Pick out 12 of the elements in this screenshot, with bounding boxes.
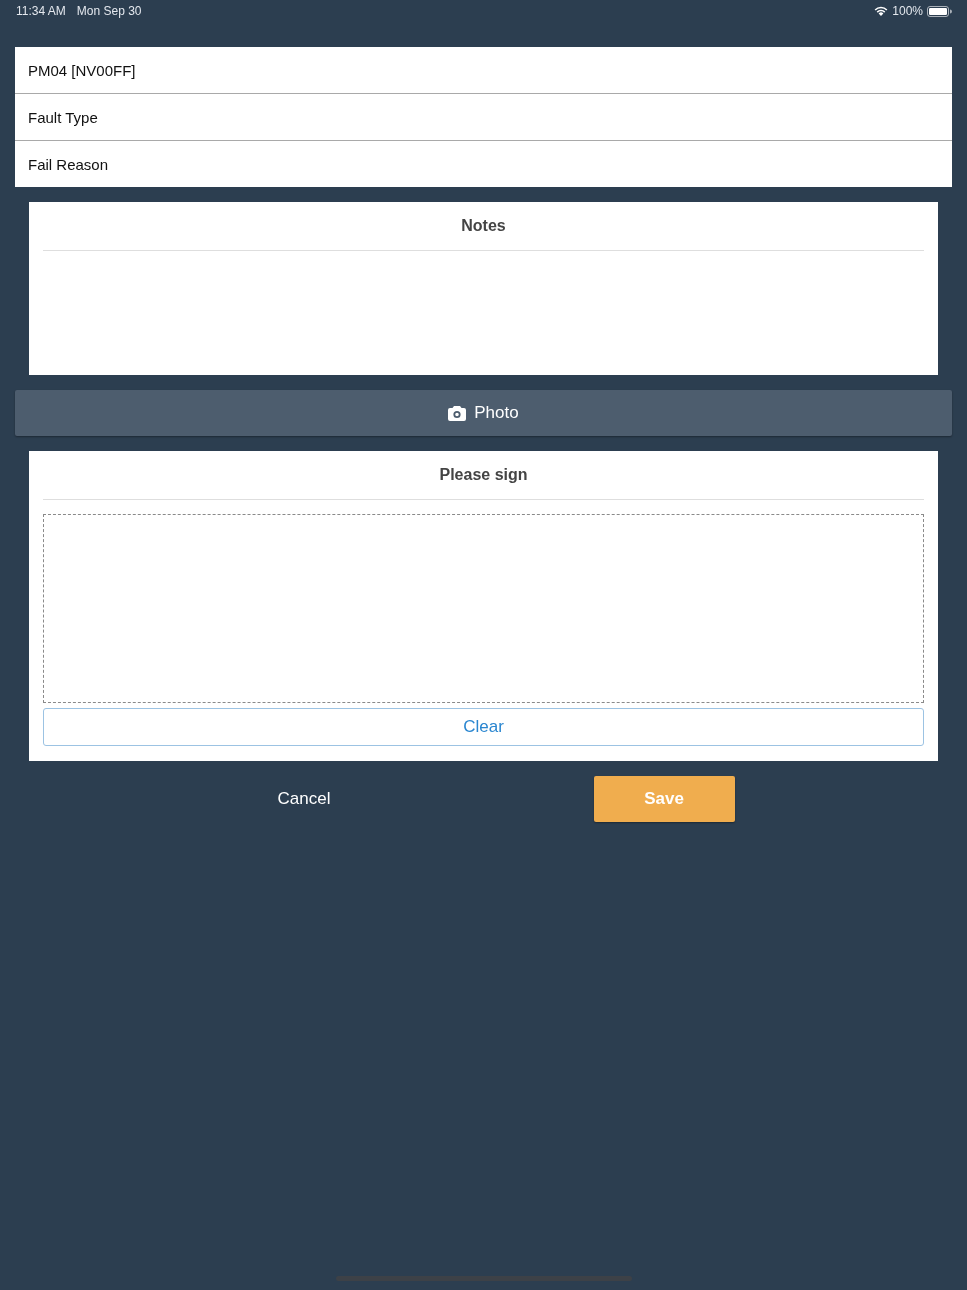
photo-button[interactable]: Photo (15, 390, 952, 436)
battery-percent: 100% (892, 4, 923, 18)
notes-title: Notes (461, 217, 506, 235)
cancel-button[interactable]: Cancel (233, 776, 375, 822)
signature-pad[interactable] (43, 514, 924, 703)
status-time: 11:34 AM (16, 4, 66, 18)
clear-button[interactable]: Clear (43, 708, 924, 746)
battery-icon (927, 5, 952, 17)
camera-icon (448, 405, 467, 421)
signature-title: Please sign (439, 466, 528, 484)
status-date: Mon Sep 30 (76, 4, 142, 18)
wifi-icon (874, 6, 889, 16)
